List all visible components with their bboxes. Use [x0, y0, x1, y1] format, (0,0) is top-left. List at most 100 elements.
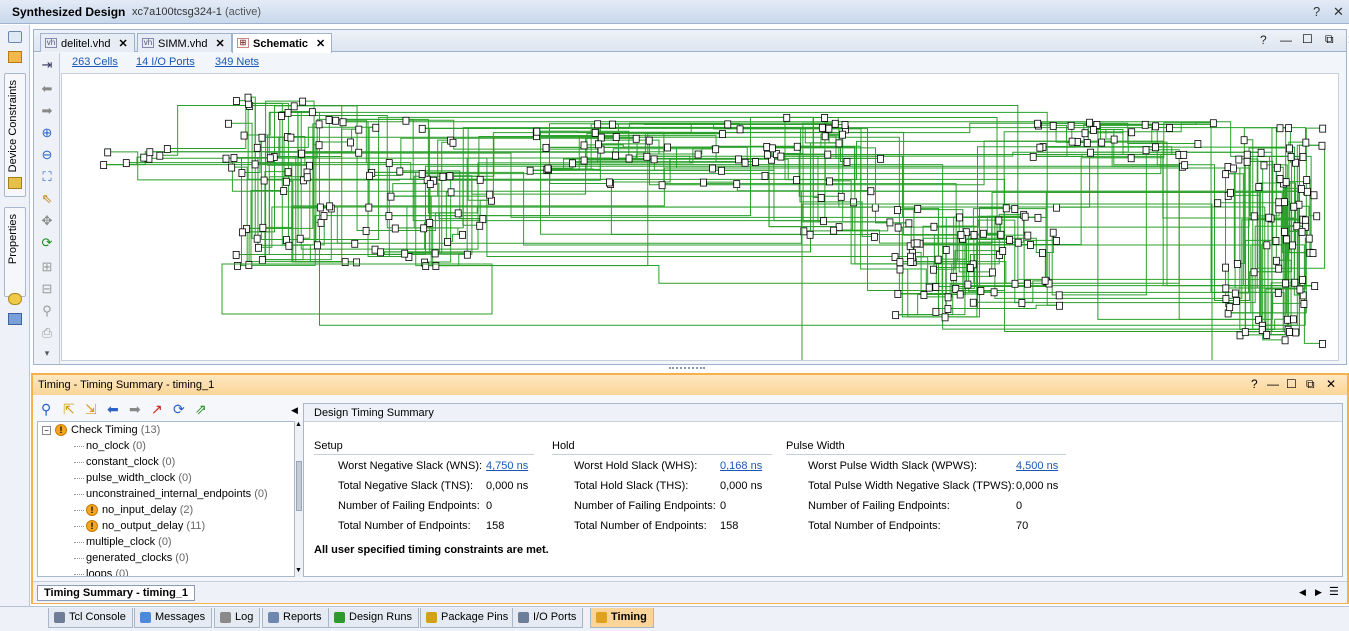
bottom-tab-design-runs[interactable]: Design Runs: [328, 608, 419, 628]
tree-item[interactable]: generated_clocks (0): [74, 552, 189, 568]
setup-value[interactable]: 4,750 ns: [486, 460, 528, 472]
schematic-diagram: [100, 93, 1327, 360]
print-icon[interactable]: ⎙: [39, 325, 55, 341]
zoom-out-icon[interactable]: ⊖: [39, 147, 55, 163]
rerun-icon[interactable]: ⟳: [173, 401, 185, 418]
bottom-tab-i-o-ports[interactable]: I/O Ports: [512, 608, 584, 628]
panel-splitter[interactable]: [33, 366, 1347, 372]
goto-icon[interactable]: ↗: [151, 401, 163, 418]
close-icon[interactable]: ✕: [1326, 377, 1336, 391]
schematic-cell: [290, 102, 298, 111]
collapse-cell-icon[interactable]: ⊟: [39, 281, 55, 297]
next-icon[interactable]: ➡: [129, 401, 141, 418]
constraints-icon[interactable]: [8, 177, 22, 189]
float-icon[interactable]: ⧉: [1325, 32, 1334, 47]
hold-heading: Hold: [552, 440, 575, 452]
bottom-tab-timing[interactable]: Timing: [590, 608, 654, 628]
schematic-cell: [1255, 183, 1263, 191]
nets-link[interactable]: 349 Nets: [215, 56, 259, 68]
schematic-cell: [253, 234, 261, 243]
move-icon[interactable]: ✥: [39, 213, 55, 229]
collapse-left-icon[interactable]: ◀: [291, 405, 298, 416]
tab-simm-vhd[interactable]: vh SIMM.vhd ✕: [137, 33, 232, 52]
select-icon[interactable]: ⇖: [39, 191, 55, 207]
tab-properties[interactable]: Properties: [4, 207, 26, 297]
refresh-icon[interactable]: ⟳: [39, 235, 55, 251]
bottom-tab-messages[interactable]: Messages: [134, 608, 213, 628]
schematic-cell: [230, 154, 238, 162]
maximize-icon[interactable]: ☐: [1302, 32, 1313, 46]
schematic-cell: [1286, 328, 1293, 336]
schematic-cell: [1090, 126, 1097, 134]
vhdl-file-icon: vh: [142, 38, 154, 48]
help-icon[interactable]: ?: [1313, 4, 1320, 19]
schematic-cell: [777, 152, 785, 161]
expand-icon[interactable]: ⇥: [39, 57, 55, 73]
tab-icon: [596, 612, 607, 623]
tab-schematic[interactable]: ⊞ Schematic ✕: [232, 33, 333, 53]
tree-item[interactable]: loops (0): [74, 568, 129, 576]
search-icon[interactable]: ⚲: [41, 401, 51, 418]
search-icon[interactable]: ⚲: [39, 303, 55, 319]
pulse-value[interactable]: 4,500 ns: [1016, 460, 1058, 472]
properties-icon[interactable]: [8, 293, 22, 305]
previous-icon[interactable]: ⬅: [107, 401, 119, 418]
help-icon[interactable]: ?: [1251, 377, 1258, 391]
schematic-cell: [1243, 150, 1251, 159]
next-result-icon[interactable]: ▶: [1315, 587, 1322, 598]
schematic-cell: [932, 307, 940, 316]
tree-item[interactable]: ! no_output_delay (11): [74, 520, 205, 536]
tree-item[interactable]: unconstrained_internal_endpoints (0): [74, 488, 268, 504]
timing-summary-label[interactable]: Timing Summary - timing_1: [37, 585, 196, 601]
tree-item[interactable]: −! Check Timing (13): [42, 424, 160, 440]
tree-item[interactable]: ! no_input_delay (2): [74, 504, 193, 520]
close-icon[interactable]: ✕: [1333, 4, 1344, 20]
tree-item[interactable]: no_clock (0): [74, 440, 146, 456]
schematic-cell: [942, 246, 950, 254]
list-icon[interactable]: ☰: [1329, 585, 1339, 598]
tree-scrollbar[interactable]: ▲ ▼: [295, 421, 303, 577]
sources-icon[interactable]: [8, 51, 22, 63]
help-icon[interactable]: ?: [1260, 33, 1267, 47]
close-tab-icon[interactable]: ✕: [316, 38, 325, 50]
cells-link[interactable]: 263 Cells: [72, 56, 118, 68]
bottom-tab-package-pins[interactable]: Package Pins: [420, 608, 516, 628]
zoom-in-icon[interactable]: ⊕: [39, 125, 55, 141]
schematic-cell: [278, 112, 285, 120]
float-icon[interactable]: ⧉: [1306, 377, 1315, 392]
bottom-tab-tcl-console[interactable]: Tcl Console: [48, 608, 133, 628]
schematic-cell: [366, 171, 373, 180]
tab-delitel-vhd[interactable]: vh delitel.vhd ✕: [40, 33, 135, 52]
collapse-all-icon[interactable]: ⇱: [63, 401, 75, 418]
restore-icon[interactable]: ☐: [1286, 377, 1297, 391]
tree-item[interactable]: constant_clock (0): [74, 456, 175, 472]
expand-all-icon[interactable]: ⇲: [85, 401, 97, 418]
more-icon[interactable]: ▾: [39, 345, 55, 361]
timing-footer: Timing Summary - timing_1 ◀ ▶ ☰: [33, 581, 1347, 603]
schematic-cell: [347, 138, 354, 147]
schematic-cell: [914, 205, 922, 213]
zoom-fit-icon[interactable]: ⛶: [39, 169, 55, 185]
forward-arrow-icon[interactable]: ➡: [39, 103, 55, 119]
io-ports-link[interactable]: 14 I/O Ports: [136, 56, 195, 68]
prev-result-icon[interactable]: ◀: [1299, 587, 1306, 598]
schematic-cell: [314, 241, 321, 250]
export-icon[interactable]: ⇗: [195, 401, 207, 418]
bottom-tab-reports[interactable]: Reports: [262, 608, 329, 628]
netlist-icon[interactable]: [8, 313, 22, 325]
tree-item[interactable]: pulse_width_clock (0): [74, 472, 192, 488]
back-arrow-icon[interactable]: ⬅: [39, 81, 55, 97]
schematic-cell: [580, 156, 588, 165]
bottom-tab-log[interactable]: Log: [214, 608, 261, 628]
minimize-icon[interactable]: —: [1280, 33, 1292, 47]
tree-item[interactable]: multiple_clock (0): [74, 536, 172, 552]
schematic-cell: [402, 116, 410, 125]
minimize-icon[interactable]: —: [1267, 377, 1279, 391]
close-tab-icon[interactable]: ✕: [216, 38, 225, 50]
schematic-cell: [1290, 202, 1298, 211]
expand-cell-icon[interactable]: ⊞: [39, 259, 55, 275]
schematic-canvas[interactable]: [61, 73, 1339, 361]
close-tab-icon[interactable]: ✕: [119, 38, 128, 50]
hold-value[interactable]: 0,168 ns: [720, 460, 762, 472]
hierarchy-icon[interactable]: [8, 31, 22, 43]
